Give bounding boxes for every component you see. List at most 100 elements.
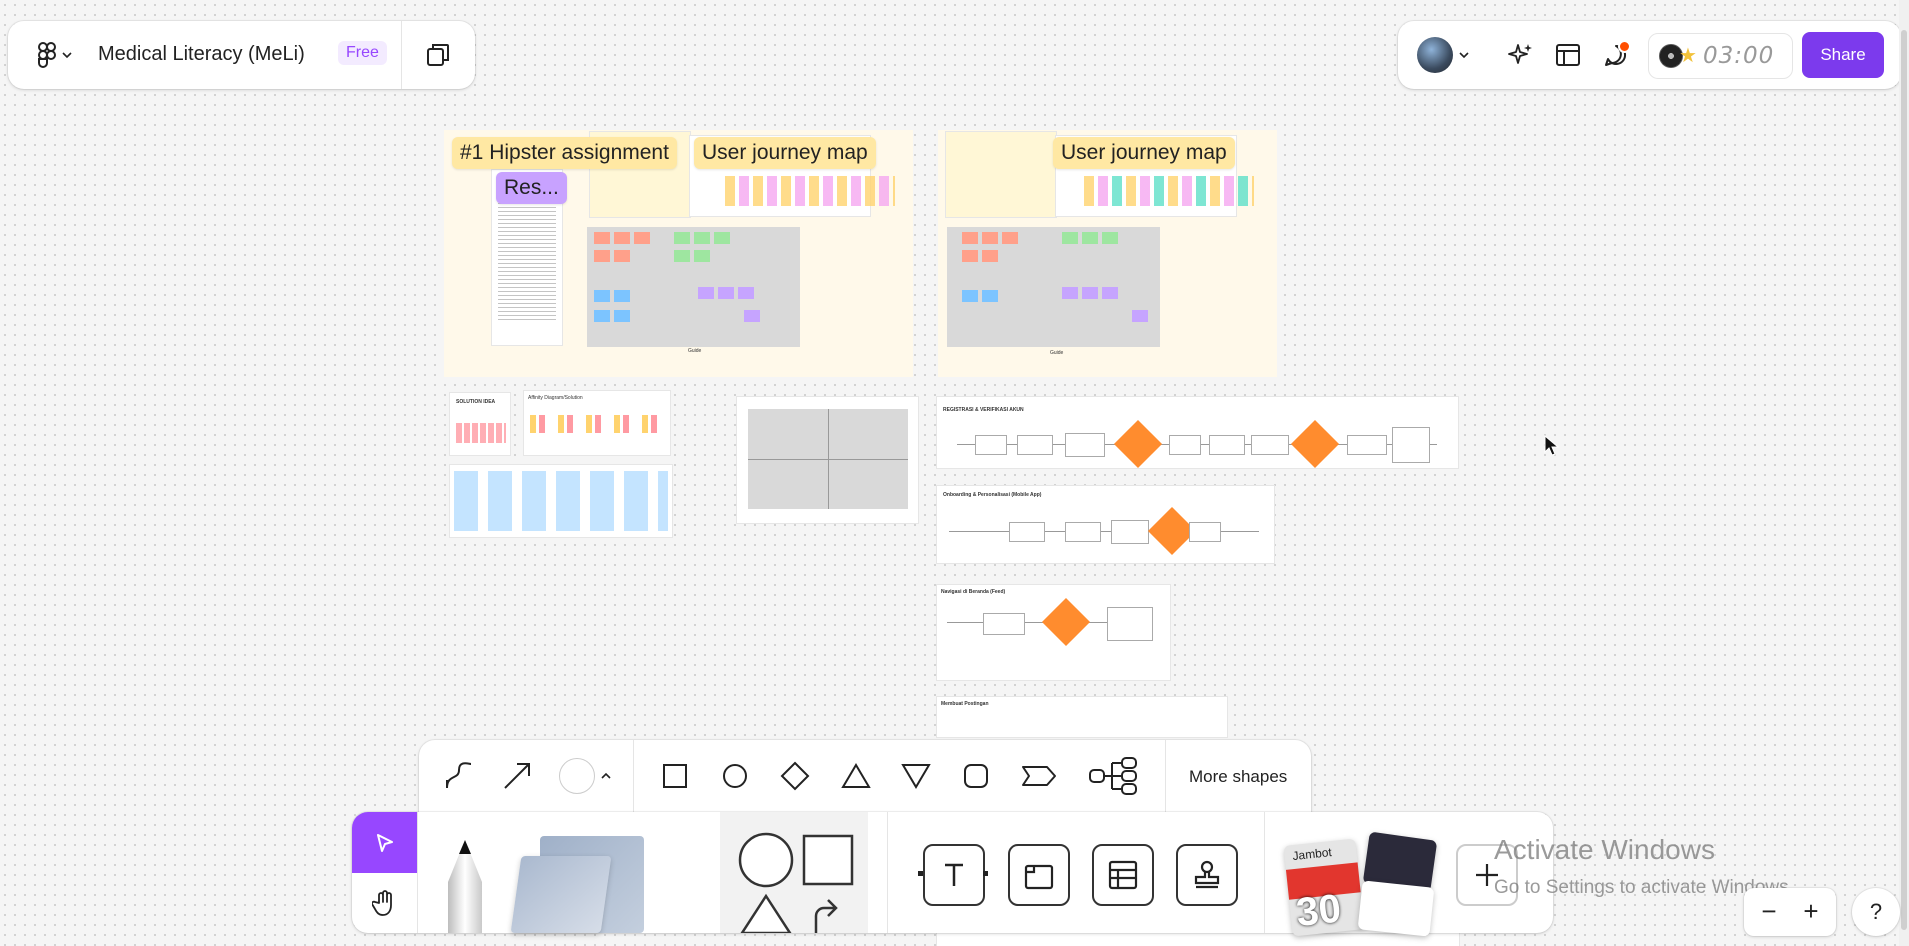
pencil-tool[interactable] <box>442 836 488 933</box>
widgets-tool[interactable]: Jambot 30 <box>1282 831 1452 937</box>
zoom-in-button[interactable]: + <box>1796 896 1826 926</box>
main-divider-0 <box>417 812 418 933</box>
user-flow-frame[interactable] <box>450 465 672 537</box>
file-title[interactable]: Medical Literacy (MeLi) <box>98 43 305 66</box>
board-tag-journey-2[interactable]: User journey map <box>1053 137 1235 169</box>
activate-windows-title: Activate Windows <box>1494 834 1715 865</box>
avatar-button[interactable] <box>1412 35 1474 75</box>
text-tool[interactable] <box>923 844 985 906</box>
quadrant-matrix[interactable] <box>737 397 918 523</box>
triangle-tool[interactable] <box>836 756 876 796</box>
widget-card-list <box>1357 880 1435 937</box>
pencil-icon <box>448 840 482 933</box>
flow-membuat[interactable]: Membuat Postingan <box>937 697 1227 737</box>
widget-number: 30 <box>1294 886 1344 935</box>
arrow-icon <box>504 763 530 789</box>
move-tool[interactable] <box>352 812 417 873</box>
journey-map-stickies-2 <box>1084 176 1254 206</box>
diamond-icon <box>780 761 810 791</box>
help-button[interactable]: ? <box>1852 888 1900 936</box>
shapes-divider-1 <box>633 740 634 816</box>
board-tag-journey-1[interactable]: User journey map <box>694 137 876 169</box>
chevron-up-icon <box>601 772 611 779</box>
cursor-icon <box>1544 434 1560 456</box>
main-divider-2 <box>1264 812 1265 933</box>
solution-idea-frame[interactable]: SOLUTION IDEA <box>450 393 510 455</box>
rounded-rect-tool[interactable] <box>956 756 996 796</box>
mindmap-tool[interactable] <box>1087 754 1139 798</box>
timer-value: 03:00 <box>1702 43 1775 69</box>
text-tool-handle-right <box>983 871 988 876</box>
chevron-down-icon <box>1459 52 1469 59</box>
shapes-tool[interactable] <box>720 812 868 935</box>
triangle-down-tool[interactable] <box>896 756 936 796</box>
flow-onboarding[interactable]: Onboarding & Personalisasi (Mobile App) <box>937 486 1274 563</box>
affinity-label: Affinity Diagram/Solution <box>528 395 583 401</box>
hand-icon <box>371 890 392 916</box>
stamp-tool[interactable] <box>1176 844 1238 906</box>
shapes-icon <box>738 832 854 935</box>
scrollbar-thumb[interactable] <box>1901 30 1907 930</box>
sparkle-icon <box>1508 44 1532 64</box>
more-shapes-button[interactable]: More shapes <box>1189 767 1287 787</box>
flow-registrasi[interactable]: REGISTRASI & VERIFIKASI AKUN <box>937 397 1458 469</box>
share-button[interactable]: Share <box>1802 32 1884 78</box>
solution-idea-label: SOLUTION IDEA <box>456 399 496 405</box>
zoom-out-button[interactable]: − <box>1754 896 1784 926</box>
figma-logo-icon <box>38 42 56 68</box>
diamond-tool[interactable] <box>775 756 815 796</box>
color-picker[interactable] <box>555 756 615 796</box>
connector-icon <box>446 762 472 789</box>
color-swatch <box>559 758 595 794</box>
rectangle-icon <box>663 764 687 788</box>
sticky-cluster-2 <box>962 232 1162 332</box>
triangle-icon <box>841 763 871 788</box>
triangle-down-icon <box>901 764 931 789</box>
main-toolbar: Jambot 30 <box>352 812 1553 937</box>
flow-membuat-label: Membuat Postingan <box>941 701 989 707</box>
vertical-scrollbar[interactable] <box>1899 0 1909 946</box>
cursor-arrow-icon <box>376 833 393 852</box>
section-icon <box>1024 864 1054 890</box>
table-tool[interactable] <box>1092 844 1154 906</box>
board-tag-hipster[interactable]: #1 Hipster assignment <box>452 137 677 169</box>
file-panel: Medical Literacy (MeLi) Free <box>8 21 475 89</box>
ai-sparkle-button[interactable] <box>1504 38 1538 72</box>
guide-label: Guide <box>688 348 702 354</box>
table-icon <box>1108 860 1138 890</box>
flow-registrasi-label: REGISTRASI & VERIFIKASI AKUN <box>943 407 1024 413</box>
board-tag-research[interactable]: Res... <box>496 172 567 204</box>
star-icon: ★ <box>1679 45 1697 67</box>
journey-map-stickies <box>725 176 895 206</box>
main-menu-button[interactable] <box>28 37 82 73</box>
ellipse-icon <box>723 764 747 788</box>
file-panel-divider <box>401 21 402 89</box>
chevron-shape-icon <box>1022 766 1056 786</box>
connector-tool[interactable] <box>439 756 479 796</box>
comments-button[interactable] <box>1599 38 1633 72</box>
rectangle-tool[interactable] <box>655 756 695 796</box>
notification-dot <box>1618 40 1631 53</box>
text-icon <box>945 863 963 886</box>
arrow-tool[interactable] <box>497 756 537 796</box>
flow-onboarding-label: Onboarding & Personalisasi (Mobile App) <box>943 492 1042 498</box>
widget-card-label: Jambot <box>1291 845 1333 864</box>
zoom-controls: − + <box>1744 888 1836 936</box>
stamp-icon <box>1194 860 1220 889</box>
hand-tool[interactable] <box>352 873 417 933</box>
pages-icon <box>427 44 449 66</box>
affinity-frame[interactable]: Affinity Diagram/Solution <box>524 391 670 455</box>
sticky-cluster-1 <box>594 232 794 332</box>
flow-navigasi[interactable]: Navigasi di Beranda (Feed) <box>937 585 1170 680</box>
timer-widget[interactable]: ★ 03:00 <box>1648 33 1793 79</box>
sticky-note-tool[interactable] <box>510 836 646 933</box>
chevron-shape-tool[interactable] <box>1017 756 1061 796</box>
section-tool[interactable] <box>1008 844 1070 906</box>
text-tool-handle-left <box>918 871 923 876</box>
ellipse-tool[interactable] <box>715 756 755 796</box>
pages-button[interactable] <box>420 37 456 73</box>
flow-navigasi-label: Navigasi di Beranda (Feed) <box>941 589 1006 595</box>
layout-button[interactable] <box>1551 38 1585 72</box>
plan-badge[interactable]: Free <box>338 41 387 65</box>
chevron-down-icon <box>62 52 72 59</box>
